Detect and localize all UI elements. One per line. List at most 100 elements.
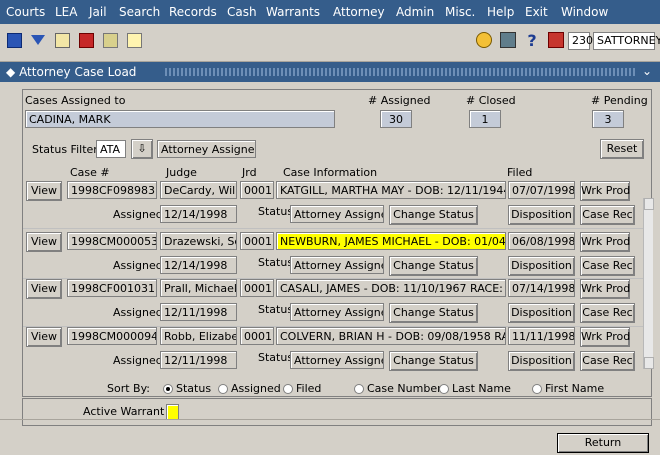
menu-jail[interactable]: Jail [89, 5, 107, 19]
case-record-button[interactable]: Case Rec [580, 256, 635, 276]
title-pattern [165, 68, 635, 76]
case-number: 1998CM000053 [67, 232, 157, 250]
disposition-button[interactable]: Disposition [508, 303, 575, 323]
judge-name: Robb, Elizabet [160, 327, 237, 345]
window-icon: ◆ [6, 65, 16, 79]
case-number: 1998CF098983 [67, 181, 157, 199]
filed-date: 07/14/1998 [508, 279, 575, 297]
sort-assigned-radio[interactable] [218, 384, 228, 394]
menu-exit[interactable]: Exit [525, 5, 548, 19]
scroll-down-icon[interactable] [644, 357, 654, 369]
menu-records[interactable]: Records [169, 5, 217, 19]
menu-misc[interactable]: Misc. [445, 5, 475, 19]
queue-count: 230 [568, 32, 593, 50]
sort-filed-radio[interactable] [283, 384, 293, 394]
tree-icon[interactable] [100, 30, 120, 50]
cases-assigned-label: Cases Assigned to [25, 94, 126, 107]
disposition-button[interactable]: Disposition [508, 205, 575, 225]
sort-status-radio[interactable] [163, 384, 173, 394]
return-button[interactable]: Return [557, 433, 649, 453]
menu-courts[interactable]: Courts [6, 5, 45, 19]
case-record-button[interactable]: Case Rec [580, 205, 635, 225]
view-button[interactable]: View [26, 327, 62, 347]
check-icon[interactable] [76, 30, 96, 50]
change-status-button[interactable]: Change Status [389, 303, 478, 323]
menu-lea[interactable]: LEA [55, 5, 77, 19]
status-filter-label: Status Filter [32, 143, 98, 156]
status-filter-description: Attorney Assigned [157, 140, 256, 158]
sort-first-name-label: First Name [545, 382, 605, 395]
assigned-label: Assigned [113, 306, 163, 319]
assigned-count: 30 [380, 110, 412, 128]
case-status: Attorney Assigned [290, 205, 384, 223]
case-status: Attorney Assigned [290, 303, 384, 321]
edit-icon[interactable] [52, 30, 72, 50]
disposition-button[interactable]: Disposition [508, 351, 575, 371]
menu-search[interactable]: Search [119, 5, 160, 19]
status-bar: Return [0, 419, 660, 455]
view-button[interactable]: View [26, 181, 62, 201]
change-status-button[interactable]: Change Status [389, 205, 478, 225]
case-information: KATGILL, MARTHA MAY - DOB: 12/11/1944 [276, 181, 506, 199]
case-record-button[interactable]: Case Rec [580, 351, 635, 371]
work-product-button[interactable]: Wrk Prod [580, 279, 630, 299]
status-label: Status [258, 205, 294, 218]
view-button[interactable]: View [26, 232, 62, 252]
view-button[interactable]: View [26, 279, 62, 299]
case-load-panel: Cases Assigned to CADINA, MARK # Assigne… [22, 89, 652, 397]
work-product-button[interactable]: Wrk Prod [580, 327, 630, 347]
menu-window[interactable]: Window [561, 5, 608, 19]
alert-icon[interactable] [546, 30, 566, 50]
clock-icon[interactable] [474, 30, 494, 50]
status-label: Status [258, 303, 294, 316]
pending-count: 3 [592, 110, 624, 128]
user-name: SATTORNEY [593, 32, 660, 50]
assigned-date: 12/11/1998 [160, 303, 237, 321]
minimize-icon[interactable]: ⌄ [642, 64, 652, 78]
filed-date: 07/07/1998 [508, 181, 575, 199]
assigned-date: 12/11/1998 [160, 351, 237, 369]
judge-name: DeCardy, Willia [160, 181, 237, 199]
disposition-button[interactable]: Disposition [508, 256, 575, 276]
status-filter-lookup-button[interactable]: ⇩ [131, 139, 153, 159]
menu-bar: Courts LEA Jail Search Records Cash Warr… [0, 0, 660, 24]
help-icon[interactable]: ? [522, 30, 542, 50]
scroll-up-icon[interactable] [644, 198, 654, 210]
change-status-button[interactable]: Change Status [389, 256, 478, 276]
closed-count-label: # Closed [466, 94, 516, 107]
case-number: 1998CF001031 [67, 279, 157, 297]
sort-last-name-radio[interactable] [439, 384, 449, 394]
menu-cash[interactable]: Cash [227, 5, 257, 19]
sort-case-number-label: Case Number [367, 382, 442, 395]
menu-admin[interactable]: Admin [396, 5, 434, 19]
assigned-count-label: # Assigned [368, 94, 431, 107]
change-status-button[interactable]: Change Status [389, 351, 478, 371]
judge-name: Drazewski, Sc [160, 232, 237, 250]
work-product-button[interactable]: Wrk Prod [580, 181, 630, 201]
case-record-button[interactable]: Case Rec [580, 303, 635, 323]
save-icon[interactable] [4, 30, 24, 50]
menu-warrants[interactable]: Warrants [266, 5, 320, 19]
menu-help[interactable]: Help [487, 5, 514, 19]
home-icon[interactable] [124, 30, 144, 50]
case-number: 1998CM000094 [67, 327, 157, 345]
toolbar: ? 230 SATTORNEY [0, 24, 660, 62]
reset-button[interactable]: Reset [600, 139, 644, 159]
filed-date: 11/11/1998 [508, 327, 575, 345]
work-product-button[interactable]: Wrk Prod [580, 232, 630, 252]
download-icon[interactable] [28, 30, 48, 50]
network-icon[interactable] [498, 30, 518, 50]
case-status: Attorney Assigned [290, 256, 384, 274]
assigned-label: Assigned [113, 354, 163, 367]
sort-case-number-radio[interactable] [354, 384, 364, 394]
status-filter-code[interactable]: ATA [96, 140, 126, 158]
arrow-down-icon: ⇩ [137, 142, 147, 155]
assigned-label: Assigned [113, 208, 163, 221]
filed-date: 06/08/1998 [508, 232, 575, 250]
menu-attorney[interactable]: Attorney [333, 5, 385, 19]
sort-first-name-radio[interactable] [532, 384, 542, 394]
case-information-selected: NEWBURN, JAMES MICHAEL - DOB: 01/04/1 [276, 232, 506, 250]
case-list-scrollbar[interactable] [643, 198, 654, 369]
status-label: Status [258, 256, 294, 269]
col-jurisdiction: Jrd [242, 166, 257, 179]
